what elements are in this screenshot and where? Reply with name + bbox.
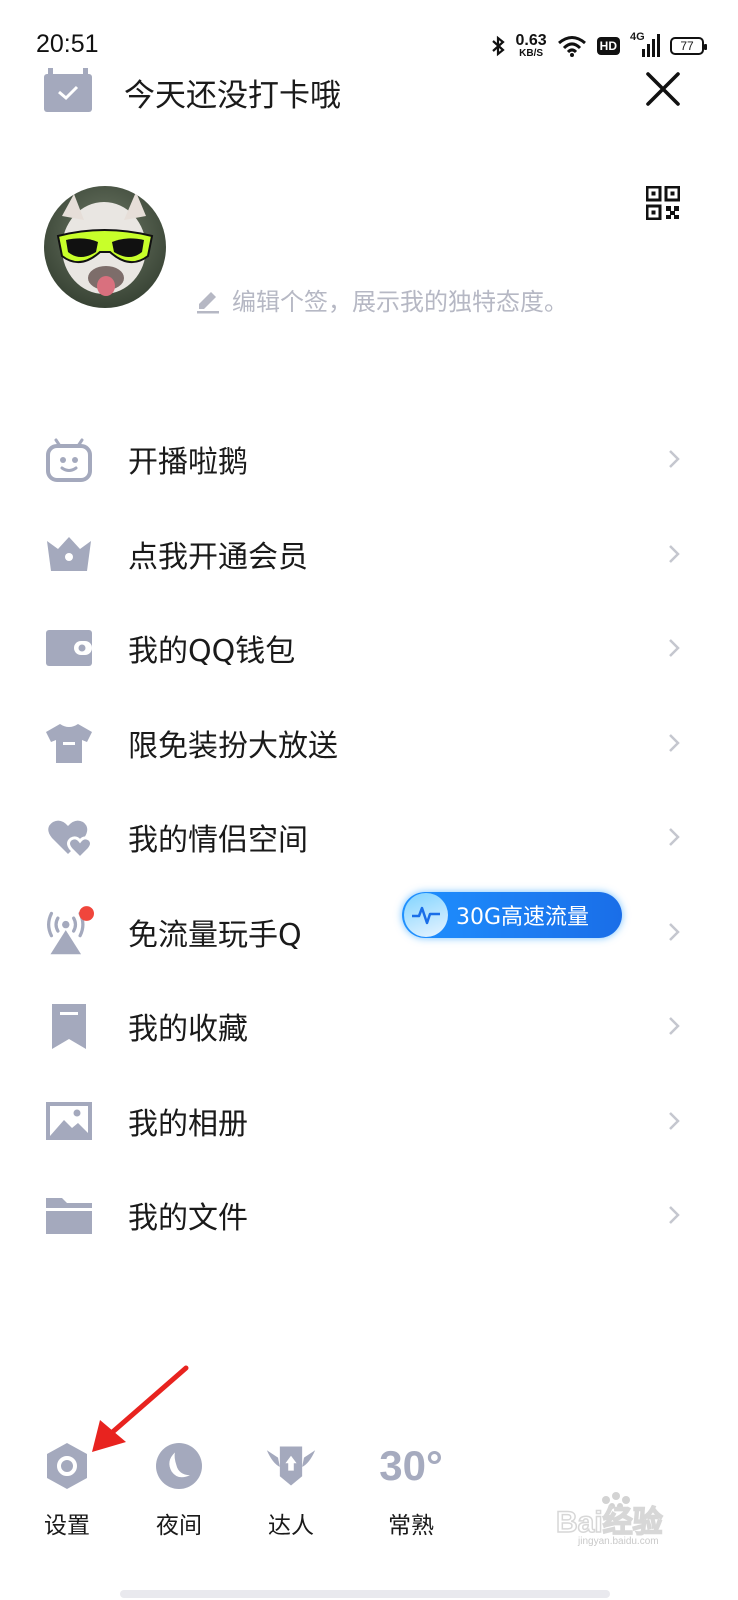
menu-label: 我的相册 [128,1106,248,1142]
winged-badge-icon [265,1440,317,1492]
antenna-icon [44,905,94,957]
folder-icon [44,1190,94,1240]
menu-item-vip[interactable]: 点我开通会员 [0,507,738,602]
status-bar: 20:51 0.63 KB/S HD 4G 77 [0,0,738,64]
settings-icon [41,1440,93,1492]
menu-label: 我的收藏 [128,1012,248,1048]
menu-item-wallet[interactable]: 我的QQ钱包 [0,601,738,696]
qr-code-icon[interactable] [646,186,680,220]
hearts-icon [44,812,94,862]
wallet-icon [44,623,94,673]
bookmark-icon [44,1001,94,1051]
chevron-right-icon [669,544,680,563]
menu-label: 限免装扮大放送 [128,728,338,764]
checkin-prompt[interactable]: 今天还没打卡哦 [124,70,341,115]
chevron-right-icon [669,639,680,658]
close-icon[interactable] [644,70,682,108]
crown-icon [44,529,94,579]
night-mode-label: 夜间 [156,1513,202,1539]
tv-robot-icon [44,434,94,484]
moon-icon [153,1440,205,1492]
svg-text:Bai经验: Bai经验 [556,1505,663,1539]
menu-item-files[interactable]: 我的文件 [0,1168,738,1263]
menu-item-couple[interactable]: 我的情侣空间 [0,790,738,885]
cell-signal-icon: 4G [630,31,660,59]
edit-pencil-icon [197,291,219,313]
menu-item-favorites[interactable]: 我的收藏 [0,979,738,1074]
hd-badge: HD [596,37,620,55]
drawer-menu: 开播啦鹅 点我开通会员 我的QQ钱包 限免装扮大放送 我的情侣空间 免流量玩手Q… [0,412,738,1263]
home-indicator [120,1590,610,1598]
chevron-right-icon [669,1206,680,1225]
status-time: 20:51 [36,30,99,58]
tshirt-icon [44,718,94,768]
chevron-right-icon [669,733,680,752]
settings-label: 设置 [44,1513,90,1539]
weather-city: 常熟 [388,1513,434,1539]
signature-placeholder: 编辑个签，展示我的独特态度。 [232,288,568,316]
menu-label: 点我开通会员 [128,539,308,575]
weather-temperature: 30° [379,1442,443,1489]
pulse-icon [404,892,448,937]
wifi-icon [557,36,586,57]
expert-label: 达人 [268,1513,314,1539]
menu-label: 我的文件 [128,1201,248,1237]
calendar-check-icon[interactable] [44,68,92,112]
menu-item-dressup[interactable]: 限免装扮大放送 [0,696,738,791]
chevron-right-icon [669,1111,680,1130]
data-promo-badge[interactable]: 30G高速流量 [402,891,622,938]
expert-button[interactable]: 达人 [241,1440,341,1540]
net-speed-value: 0.63 [515,32,547,49]
menu-label: 我的情侣空间 [128,823,308,859]
menu-label: 我的QQ钱包 [128,634,296,670]
chevron-right-icon [669,1017,680,1036]
chevron-right-icon [669,450,680,469]
weather-button[interactable]: 30° 常熟 [361,1440,461,1540]
status-icons: 0.63 KB/S HD 4G 77 [490,30,707,62]
promo-text: 30G高速流量 [456,904,590,930]
menu-item-live[interactable]: 开播啦鹅 [0,412,738,507]
notification-dot [79,905,94,921]
watermark-url: jingyan.baidu.com [578,1536,659,1547]
menu-label: 免流量玩手Q [128,917,302,953]
avatar[interactable] [44,186,166,308]
menu-item-free-data[interactable]: 免流量玩手Q 30G高速流量 [0,885,738,980]
chevron-right-icon [669,828,680,847]
settings-button[interactable]: 设置 [17,1440,117,1540]
chevron-right-icon [669,922,680,941]
menu-label: 开播啦鹅 [128,445,248,481]
bluetooth-icon [491,35,505,57]
image-icon [44,1096,94,1146]
net-speed-unit: KB/S [519,48,544,59]
menu-item-album[interactable]: 我的相册 [0,1074,738,1169]
signature-editor[interactable]: 编辑个签，展示我的独特态度。 [194,282,568,317]
battery-indicator: 77 [670,37,707,55]
night-mode-button[interactable]: 夜间 [129,1440,229,1540]
net-speed: 0.63 KB/S [516,33,547,59]
